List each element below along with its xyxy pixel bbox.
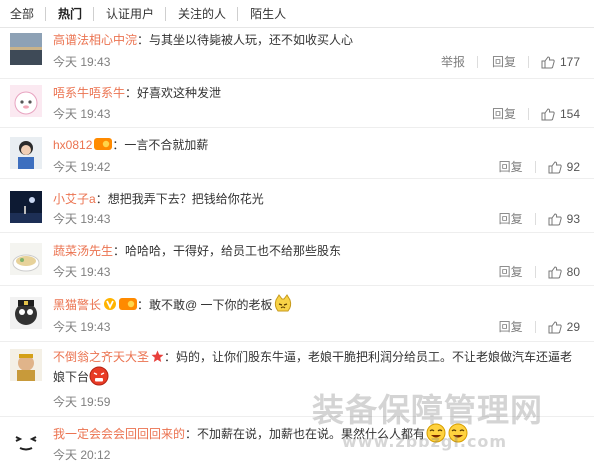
comment-meta: 今天 19:43 回复 80	[53, 264, 580, 280]
divider	[534, 161, 536, 173]
timestamp: 今天 20:12	[53, 448, 111, 462]
like-button[interactable]: 80	[548, 264, 580, 280]
reply-button[interactable]: 回复	[499, 264, 523, 280]
comment-meta: 今天 19:43 回复 154	[53, 106, 580, 122]
comment-item: hx0812 ：一言不合就加薪 今天 19:42 回复 92	[0, 128, 594, 179]
tab-strangers[interactable]: 陌生人	[237, 6, 297, 21]
comment-meta: 今天 19:43 回复 29	[53, 319, 580, 335]
comment-item: 小艾子a：想把我弄下去？把钱给你花光 今天 19:43 回复 93	[0, 179, 594, 233]
comment-text: 唔系牛唔系牛：好喜欢这种发泄	[53, 86, 222, 100]
username-link[interactable]: 我一定会会会回回回来的	[53, 427, 185, 441]
report-button[interactable]: 举报	[441, 54, 465, 70]
divider	[527, 56, 529, 68]
divider	[534, 321, 536, 333]
tab-hot[interactable]: 热门	[45, 6, 93, 21]
avatar[interactable]	[10, 137, 42, 169]
username-link[interactable]: 黑猫警长	[53, 298, 101, 312]
reply-button[interactable]: 回复	[499, 319, 523, 335]
divider	[534, 266, 536, 278]
timestamp: 今天 19:42	[53, 160, 111, 174]
cat-emoji-icon	[274, 294, 291, 312]
divider	[476, 56, 478, 68]
reply-button[interactable]: 回复	[499, 159, 523, 175]
comment-meta: 今天 19:42 回复 92	[53, 159, 580, 175]
avatar[interactable]	[10, 349, 42, 381]
watermark-url: www.zbbzgl.com	[342, 432, 508, 451]
username-link[interactable]: 唔系牛唔系牛	[53, 86, 125, 100]
comment-item: 黑猫警长 ：敢不敢@ 一下你的老板 今天 19:43 回复 29	[0, 286, 594, 342]
thumbs-up-icon	[548, 265, 562, 278]
level-badge-icon	[94, 138, 113, 150]
username-link[interactable]: 不倒翁之齐天大圣	[53, 350, 149, 364]
reply-button[interactable]: 回复	[492, 106, 516, 122]
avatar[interactable]	[10, 243, 42, 275]
avatar[interactable]	[10, 33, 42, 65]
tab-verified[interactable]: 认证用户	[93, 6, 165, 21]
comment-panel: 全部 热门 认证用户 关注的人 陌生人 高谱法相心中浣：与其坐以待毙被人玩，还不…	[0, 0, 594, 467]
like-count: 93	[566, 212, 580, 226]
like-count: 80	[566, 265, 580, 279]
comment-text: 蔬菜汤先生：哈哈哈，干得好，给员工也不给那些股东	[53, 244, 342, 258]
divider	[527, 108, 529, 120]
star-badge-icon	[151, 350, 164, 362]
like-button[interactable]: 177	[541, 54, 580, 70]
comment-text: 小艾子a：想把我弄下去？把钱给你花光	[53, 192, 264, 206]
timestamp: 今天 19:43	[53, 265, 111, 279]
thumbs-up-icon	[548, 160, 562, 173]
comment-item: 高谱法相心中浣：与其坐以待毙被人玩，还不如收买人心 今天 19:43 举报 回复…	[0, 28, 594, 79]
divider	[534, 213, 536, 225]
like-button[interactable]: 29	[548, 319, 580, 335]
thumbs-up-icon	[541, 55, 555, 68]
comment-meta: 今天 19:43 举报 回复 177	[53, 54, 580, 70]
timestamp: 今天 19:43	[53, 320, 111, 334]
like-button[interactable]: 154	[541, 106, 580, 122]
timestamp: 今天 19:43	[53, 55, 111, 69]
angry-face-emoji-icon	[89, 366, 109, 386]
username-link[interactable]: 蔬菜汤先生	[53, 244, 113, 258]
tab-following[interactable]: 关注的人	[165, 6, 237, 21]
like-count: 154	[559, 107, 580, 121]
comment-item: 唔系牛唔系牛：好喜欢这种发泄 今天 19:43 回复 154	[0, 79, 594, 128]
thumbs-up-icon	[548, 212, 562, 225]
like-count: 92	[566, 160, 580, 174]
timestamp: 今天 19:43	[53, 212, 111, 226]
comment-text: hx0812 ：一言不合就加薪	[53, 138, 209, 152]
comment-item: 蔬菜汤先生：哈哈哈，干得好，给员工也不给那些股东 今天 19:43 回复 80	[0, 233, 594, 286]
comment-text: 不倒翁之齐天大圣 ：妈的，让你们股东牛逼，老娘干脆把利润分给员工。不让老娘做汽车还…	[53, 350, 573, 386]
avatar[interactable]	[10, 426, 42, 458]
username-link[interactable]: 高谱法相心中浣	[53, 33, 137, 47]
filter-tabs: 全部 热门 认证用户 关注的人 陌生人	[0, 0, 594, 28]
thumbs-up-icon	[548, 320, 562, 333]
reply-button[interactable]: 回复	[492, 54, 516, 70]
like-button[interactable]: 92	[548, 159, 580, 175]
timestamp: 今天 19:59	[53, 395, 111, 409]
like-button[interactable]: 93	[548, 211, 580, 227]
avatar[interactable]	[10, 297, 42, 329]
reply-button[interactable]: 回复	[499, 211, 523, 227]
username-link[interactable]: 小艾子a	[53, 192, 96, 206]
comment-meta: 今天 19:43 回复 93	[53, 211, 580, 227]
comment-text: 高谱法相心中浣：与其坐以待毙被人玩，还不如收买人心	[53, 33, 354, 47]
watermark: 装备保障管理网	[312, 391, 544, 429]
thumbs-up-icon	[541, 107, 555, 120]
like-count: 29	[566, 320, 580, 334]
verified-v-icon	[104, 298, 117, 310]
avatar[interactable]	[10, 191, 42, 223]
like-count: 177	[559, 55, 580, 69]
tab-all[interactable]: 全部	[0, 7, 45, 21]
comment-text: 黑猫警长 ：敢不敢@ 一下你的老板	[53, 294, 580, 314]
timestamp: 今天 19:43	[53, 107, 111, 121]
level-badge-icon	[119, 298, 138, 310]
avatar[interactable]	[10, 85, 42, 117]
username-link[interactable]: hx0812	[53, 138, 92, 152]
